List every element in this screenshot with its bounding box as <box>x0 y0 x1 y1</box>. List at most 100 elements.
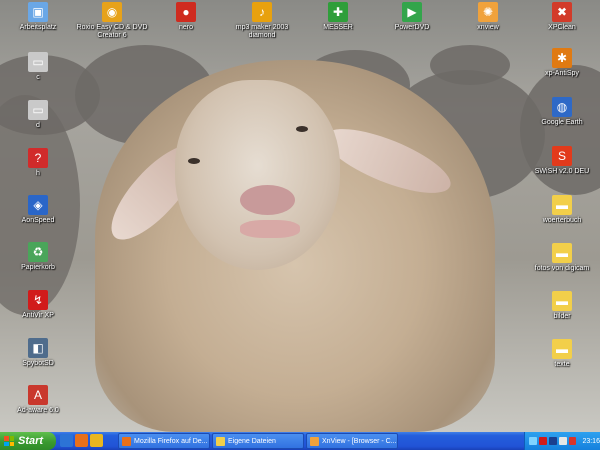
tray-volume-icon[interactable] <box>558 437 567 445</box>
xnview-icon: ✺ <box>478 2 498 22</box>
icon-label: Roxio Easy CD & DVD Creator 6 <box>76 24 148 39</box>
icon-label: Papierkorb <box>21 264 55 271</box>
icon-label: AntiVir XP <box>22 312 54 319</box>
aonspeed-icon: ◈ <box>28 195 48 215</box>
desktop-icon-swish[interactable]: S SWiSH v2.0 DEU <box>526 146 598 176</box>
task-xnview[interactable]: XnView - [Browser - C... <box>306 433 398 449</box>
tray-network-icon[interactable] <box>529 437 537 445</box>
folder-icon: ▬ <box>552 339 572 359</box>
google-earth-icon: ◍ <box>552 97 572 117</box>
task-firefox[interactable]: Mozilla Firefox auf De... <box>118 433 210 449</box>
task-eigene-dateien[interactable]: Eigene Dateien <box>212 433 304 449</box>
folder-icon <box>216 436 225 446</box>
recycle-bin-icon: ♻ <box>28 242 48 262</box>
desktop-icon-bilder[interactable]: ▬ bilder <box>526 291 598 321</box>
icon-label: nero <box>178 24 193 31</box>
powerdvd-icon: ▶ <box>402 2 422 22</box>
icon-label: xnview <box>477 24 499 31</box>
background-sheep <box>430 45 510 85</box>
clock[interactable]: 23:16 <box>582 438 600 445</box>
folder-icon: ▬ <box>552 195 572 215</box>
taskbar: Start Mozilla Firefox auf De... Eigene D… <box>0 432 600 450</box>
desktop-icon-arbeitsplatz[interactable]: ▣ Arbeitsplatz <box>2 2 74 32</box>
ql-media-icon[interactable] <box>90 434 103 447</box>
swish-icon: S <box>552 146 572 166</box>
desktop-wallpaper: ▣ Arbeitsplatz ◉ Roxio Easy CD & DVD Cre… <box>0 0 600 432</box>
ql-ie-icon[interactable] <box>60 434 73 447</box>
desktop-icon-adaware[interactable]: A Ad-aware 6.0 <box>2 385 74 415</box>
icon-label: bilder <box>553 313 571 320</box>
icon-label: h <box>36 170 40 177</box>
task-label: Mozilla Firefox auf De... <box>134 437 208 445</box>
icon-label: PowerDVD <box>394 24 430 31</box>
icon-label: SpybotSD <box>22 360 54 367</box>
icon-label: texte <box>554 361 570 368</box>
desktop-icon-aonspeed[interactable]: ◈ AonSpeed <box>2 195 74 225</box>
tray-app-icon[interactable] <box>568 437 577 445</box>
system-tray: 23:16 <box>524 432 600 450</box>
xp-antispy-icon: ✱ <box>552 48 572 68</box>
desktop-icon-spybot[interactable]: ◧ SpybotSD <box>2 338 74 368</box>
icon-label: SWiSH v2.0 DEU <box>534 168 590 175</box>
mp3-maker-icon: ♪ <box>252 2 272 22</box>
nero-icon: ● <box>176 2 196 22</box>
start-button[interactable]: Start <box>0 432 56 450</box>
adaware-icon: A <box>28 385 48 405</box>
tray-monitor-icon[interactable] <box>548 437 557 445</box>
icon-label: woerterbuch <box>542 217 582 224</box>
desktop-icon-texte[interactable]: ▬ texte <box>526 339 598 369</box>
folder-icon: ▬ <box>552 243 572 263</box>
task-label: XnView - [Browser - C... <box>322 437 397 445</box>
spybot-icon: ◧ <box>28 338 48 358</box>
start-label: Start <box>18 435 44 447</box>
sheep-eye-right <box>296 126 308 132</box>
my-computer-icon: ▣ <box>28 2 48 22</box>
roxio-icon: ◉ <box>102 2 122 22</box>
icon-label: c <box>36 74 40 81</box>
icon-label: mp3 maker 2003 diamond <box>235 24 289 39</box>
desktop-icon-xnview[interactable]: ✺ xnview <box>452 2 524 32</box>
drive-icon: ▭ <box>28 52 48 72</box>
icon-label: XPClean <box>548 24 576 31</box>
desktop-icon-h[interactable]: ? h <box>2 148 74 178</box>
drive-icon: ▭ <box>28 100 48 120</box>
icon-label: AonSpeed <box>21 217 55 224</box>
desktop-icon-antivir[interactable]: ↯ AntiVir XP <box>2 290 74 320</box>
xnview-icon <box>310 436 319 446</box>
windows-flag-icon <box>4 436 14 446</box>
desktop-icon-google-earth[interactable]: ◍ Google Earth <box>526 97 598 127</box>
sheep-nose <box>240 185 295 215</box>
desktop-icon-xpclean[interactable]: ✖ XPClean <box>526 2 598 32</box>
help-icon: ? <box>28 148 48 168</box>
desktop-icon-nero[interactable]: ● nero <box>150 2 222 32</box>
messer-icon: ✚ <box>328 2 348 22</box>
sheep-head <box>175 80 340 270</box>
desktop-icon-messer[interactable]: ✚ MESSER <box>302 2 374 32</box>
desktop-icon-mp3-maker[interactable]: ♪ mp3 maker 2003 diamond <box>226 2 298 40</box>
antivir-icon: ↯ <box>28 290 48 310</box>
tray-antivir-icon[interactable] <box>538 437 547 445</box>
icon-label: xp-AntiSpy <box>545 70 579 77</box>
icon-label: Ad-aware 6.0 <box>17 407 59 414</box>
icon-label: d <box>36 122 40 129</box>
folder-icon: ▬ <box>552 291 572 311</box>
quick-launch <box>60 434 103 448</box>
desktop-icon-xp-antispy[interactable]: ✱ xp-AntiSpy <box>526 48 598 78</box>
icon-label: Google Earth <box>541 119 583 126</box>
sheep-mouth <box>240 220 300 238</box>
desktop-icon-c[interactable]: ▭ c <box>2 52 74 82</box>
icon-label: MESSER <box>323 24 353 31</box>
desktop-icon-papierkorb[interactable]: ♻ Papierkorb <box>2 242 74 272</box>
xpclean-icon: ✖ <box>552 2 572 22</box>
desktop-icon-fotos[interactable]: ▬ fotos von digicam <box>526 243 598 273</box>
firefox-icon <box>122 436 131 446</box>
ql-firefox-icon[interactable] <box>75 434 88 447</box>
desktop-icon-d[interactable]: ▭ d <box>2 100 74 130</box>
desktop-icon-powerdvd[interactable]: ▶ PowerDVD <box>376 2 448 32</box>
desktop-icon-roxio[interactable]: ◉ Roxio Easy CD & DVD Creator 6 <box>76 2 148 40</box>
icon-label: fotos von digicam <box>534 265 590 272</box>
sheep-eye-left <box>188 158 200 164</box>
desktop-icon-woerterbuch[interactable]: ▬ woerterbuch <box>526 195 598 225</box>
task-label: Eigene Dateien <box>228 437 276 445</box>
icon-label: Arbeitsplatz <box>19 24 57 31</box>
